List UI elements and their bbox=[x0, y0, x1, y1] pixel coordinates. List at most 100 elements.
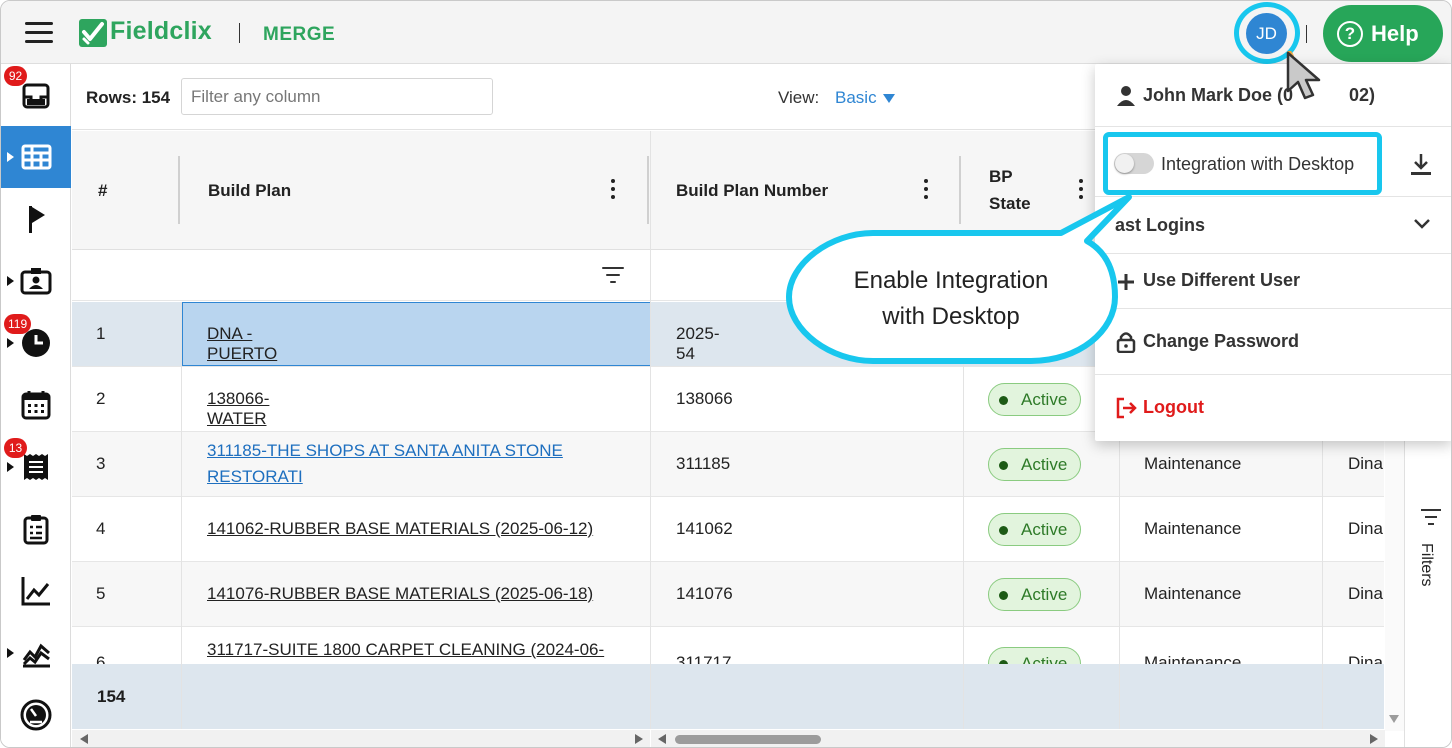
build-plan-link-continued[interactable]: RESTORATI bbox=[207, 467, 303, 487]
brand-name: Fieldclix bbox=[110, 17, 212, 45]
table-row[interactable]: 4 141062-RUBBER BASE MATERIALS (2025-06-… bbox=[72, 497, 1384, 562]
top-bar: Fieldclix MERGE JD ? Help bbox=[1, 1, 1451, 64]
sidebar-item-time[interactable]: 119 bbox=[1, 312, 71, 374]
sidebar-item-checklists[interactable] bbox=[1, 498, 71, 560]
rows-count: Rows: 154 bbox=[86, 88, 171, 107]
expand-arrow-icon bbox=[7, 152, 14, 162]
hamburger-menu-icon[interactable] bbox=[25, 22, 53, 44]
menu-use-different-user[interactable]: Use Different User bbox=[1095, 254, 1451, 309]
build-plan-link[interactable]: 311185-THE SHOPS AT SANTA ANITA STONE bbox=[207, 441, 563, 461]
column-resize-handle[interactable] bbox=[647, 156, 649, 224]
expand-arrow-icon bbox=[7, 648, 14, 658]
build-plan-link[interactable]: 141076-RUBBER BASE MATERIALS (2025-06-18… bbox=[207, 584, 593, 604]
column-header-build-plan-number[interactable]: Build Plan Number bbox=[676, 131, 906, 250]
status-badge[interactable]: Active bbox=[988, 513, 1081, 546]
sidebar-item-analytics[interactable] bbox=[1, 622, 71, 684]
grid-table-icon bbox=[21, 144, 52, 170]
table-row[interactable]: 5 141076-RUBBER BASE MATERIALS (2025-06-… bbox=[72, 562, 1384, 627]
lock-icon bbox=[1116, 332, 1136, 353]
build-plan-cell: 311185-THE SHOPS AT SANTA ANITA STONE RE… bbox=[207, 432, 647, 497]
horizontal-scroll-thumb[interactable] bbox=[675, 735, 821, 744]
download-icon[interactable] bbox=[1408, 151, 1434, 177]
column-menu-icon[interactable] bbox=[610, 179, 616, 201]
column-divider bbox=[963, 302, 964, 729]
sidebar-item-reports[interactable] bbox=[1, 560, 71, 622]
chevron-down-icon[interactable] bbox=[1413, 217, 1431, 231]
build-plan-link[interactable]: 311717-SUITE 1800 CARPET CLEANING (2024-… bbox=[207, 640, 604, 660]
scroll-right-arrow-icon[interactable] bbox=[635, 734, 643, 744]
horizontal-scrollbar-pinned[interactable] bbox=[72, 730, 650, 747]
total-count: 154 bbox=[97, 687, 126, 706]
column-resize-handle[interactable] bbox=[959, 156, 961, 224]
status-badge[interactable]: Active bbox=[988, 383, 1081, 416]
user-name-tail: 02) bbox=[1349, 85, 1376, 105]
scroll-down-arrow-icon[interactable] bbox=[1389, 715, 1399, 723]
sidebar-item-inbox[interactable]: 92 bbox=[1, 64, 71, 126]
calendar-icon bbox=[21, 391, 51, 420]
last-logins-label: ast Logins bbox=[1115, 215, 1206, 235]
sidebar-item-receipts[interactable]: 13 bbox=[1, 436, 71, 498]
receipts-count-badge: 13 bbox=[4, 438, 27, 458]
scroll-left-arrow-icon[interactable] bbox=[80, 734, 88, 744]
status-badge[interactable]: Active bbox=[988, 578, 1081, 611]
column-resize-handle[interactable] bbox=[178, 156, 180, 224]
help-button[interactable]: ? Help bbox=[1323, 5, 1443, 62]
callout-text: Enable Integration with Desktop bbox=[809, 263, 1093, 335]
column-header-build-plan[interactable]: Build Plan bbox=[208, 131, 508, 250]
user-avatar-button[interactable]: JD bbox=[1246, 13, 1287, 54]
column-header-bp-state[interactable]: BP State bbox=[989, 131, 1069, 250]
sidebar-item-calendar[interactable] bbox=[1, 374, 71, 436]
user-icon bbox=[1117, 86, 1135, 106]
callout-line-2: with Desktop bbox=[882, 303, 1020, 330]
sidebar-item-flags[interactable] bbox=[1, 188, 71, 250]
integration-toggle[interactable] bbox=[1114, 153, 1154, 174]
logout-label: Logout bbox=[1143, 397, 1204, 417]
column-menu-icon[interactable] bbox=[1078, 179, 1084, 201]
status-dot-icon bbox=[999, 591, 1008, 600]
help-label: Help bbox=[1371, 21, 1419, 46]
app-window: Fieldclix MERGE JD ? Help 92 119 13 Rows… bbox=[0, 0, 1452, 748]
caret-down-icon[interactable] bbox=[883, 94, 895, 103]
help-question-icon: ? bbox=[1337, 21, 1363, 47]
sidebar-item-dashboard[interactable] bbox=[1, 684, 71, 746]
toggle-knob bbox=[1115, 154, 1134, 173]
header-divider-right bbox=[1306, 25, 1307, 43]
menu-logout[interactable]: Logout bbox=[1095, 375, 1451, 441]
filters-tab-label[interactable]: Filters bbox=[1417, 543, 1435, 587]
column-divider bbox=[181, 302, 182, 729]
build-plan-link[interactable]: 141062-RUBBER BASE MATERIALS (2025-06-12… bbox=[207, 519, 593, 539]
header-divider bbox=[239, 23, 240, 43]
sidebar-item-build-plans[interactable] bbox=[1, 126, 71, 188]
table-row[interactable]: 3 311185-THE SHOPS AT SANTA ANITA STONE … bbox=[72, 432, 1384, 497]
column-header-number: # bbox=[98, 181, 108, 200]
change-password-label: Change Password bbox=[1143, 331, 1300, 351]
filter-lines-icon[interactable] bbox=[602, 266, 624, 284]
trend-chart-icon bbox=[22, 643, 50, 668]
status-dot-icon bbox=[999, 526, 1008, 535]
status-badge[interactable]: Active bbox=[988, 448, 1081, 481]
expand-arrow-icon bbox=[7, 462, 14, 472]
integration-label: Integration with Desktop bbox=[1161, 154, 1355, 174]
receipt-icon bbox=[24, 454, 48, 480]
filters-icon[interactable] bbox=[1421, 509, 1441, 527]
mouse-pointer-icon bbox=[1286, 51, 1321, 100]
scroll-left-arrow-icon[interactable] bbox=[658, 734, 666, 744]
callout-line-1: Enable Integration bbox=[853, 267, 1049, 294]
column-divider bbox=[650, 131, 651, 729]
menu-change-password[interactable]: Change Password bbox=[1095, 309, 1451, 375]
view-label: View: bbox=[778, 88, 820, 107]
user-dropdown-menu: John Mark Doe (0 02) ast Logins Use Diff… bbox=[1095, 64, 1451, 441]
module-name: MERGE bbox=[263, 24, 336, 45]
sidebar-item-employees[interactable] bbox=[1, 250, 71, 312]
status-dot-icon bbox=[999, 396, 1008, 405]
view-selector[interactable]: Basic bbox=[835, 88, 877, 108]
expand-arrow-icon bbox=[7, 276, 14, 286]
line-chart-icon bbox=[21, 577, 50, 606]
filter-any-column-input[interactable] bbox=[181, 78, 493, 115]
column-menu-icon[interactable] bbox=[923, 179, 929, 201]
scroll-right-arrow-icon[interactable] bbox=[1370, 734, 1378, 744]
menu-last-logins[interactable]: ast Logins bbox=[1095, 197, 1451, 254]
clipboard-icon bbox=[23, 515, 49, 545]
use-different-user-label: Use Different User bbox=[1143, 270, 1301, 290]
time-count-badge: 119 bbox=[4, 314, 32, 334]
